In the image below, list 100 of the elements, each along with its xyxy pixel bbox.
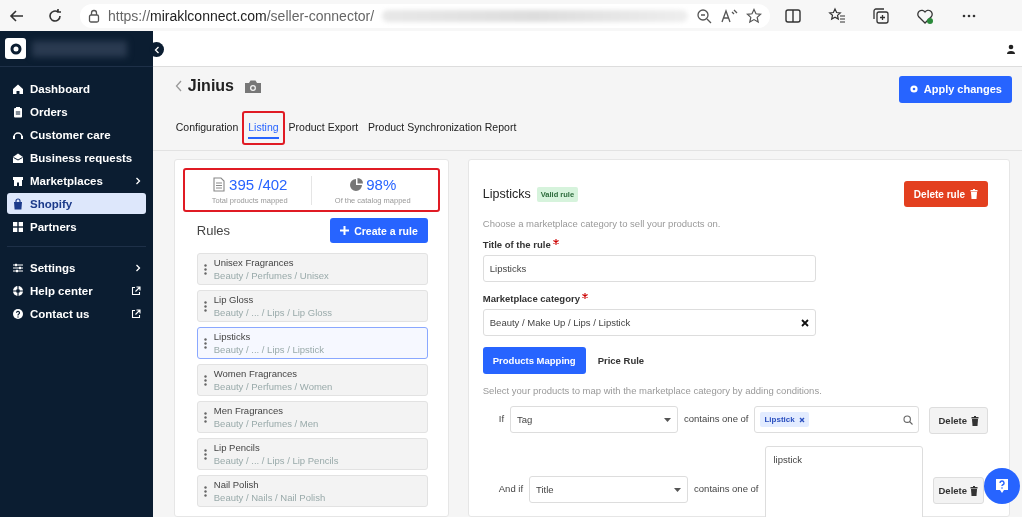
tab[interactable]: Listing	[246, 117, 281, 139]
sidebar-item[interactable]: Dashboard	[7, 78, 146, 99]
sidebar-item[interactable]: Shopify	[7, 193, 146, 214]
sliders-icon	[12, 261, 24, 274]
rule-item[interactable]: Lip Gloss Beauty / ... / Lips / Lip Gloss	[196, 290, 428, 322]
home-icon	[12, 82, 24, 95]
tab[interactable]: Products Mapping	[482, 347, 586, 374]
title-input[interactable]: Lipsticks	[482, 255, 816, 282]
split-screen-icon[interactable]	[784, 6, 802, 25]
sidebar-item[interactable]: Help center	[7, 280, 146, 301]
tab[interactable]: Product Synchronization Report	[366, 117, 519, 139]
section-title: Rules	[196, 223, 230, 238]
operator-label: contains one of	[694, 482, 759, 496]
collections-icon[interactable]	[872, 6, 890, 25]
caret-icon	[674, 487, 682, 492]
drag-handle-icon	[203, 411, 207, 423]
back-chevron-icon[interactable]	[174, 80, 182, 92]
condition-label: If	[498, 412, 505, 426]
tab[interactable]: Product Export	[286, 117, 361, 139]
rule-item[interactable]: Women Fragrances Beauty / Perfumes / Women	[196, 364, 428, 396]
drag-handle-icon	[203, 374, 207, 386]
rule-name: Unisex Fragrances	[213, 257, 295, 268]
trash-icon	[970, 189, 978, 199]
text-area[interactable]: lipstick	[764, 446, 923, 517]
category-field[interactable]: Beauty / Make Up / Lips / Lipstick	[482, 309, 816, 336]
logo-icon[interactable]	[5, 38, 26, 59]
trash-icon	[971, 415, 979, 426]
read-aloud-icon[interactable]	[720, 7, 738, 24]
page-title: Jinius	[187, 77, 234, 95]
rule-category: Beauty / Perfumes / Men	[213, 418, 319, 429]
clear-icon[interactable]	[800, 318, 809, 327]
apply-changes-button[interactable]: Apply changes	[898, 75, 1012, 103]
sidebar-item[interactable]: Partners	[7, 216, 146, 237]
camera-icon[interactable]	[244, 78, 262, 94]
rule-item[interactable]: Nail Polish Beauty / Nails / Nail Polish	[196, 475, 428, 507]
rule-category: Beauty / Nails / Nail Polish	[213, 492, 326, 503]
rule-item[interactable]: Men Fragrances Beauty / Perfumes / Men	[196, 401, 428, 433]
url-text: https://miraklconnect.com/seller-connector/	[108, 7, 375, 24]
lock-icon	[88, 8, 100, 23]
address-bar[interactable]: https://miraklconnect.com/seller-connector/	[80, 3, 770, 28]
sidebar-item[interactable]: Contact us	[7, 303, 146, 324]
question-icon	[995, 478, 1009, 494]
field-dropdown[interactable]: Title	[529, 476, 689, 503]
rule-category: Beauty / ... / Lips / Lip Gloss	[213, 307, 333, 318]
tab[interactable]: Configuration	[173, 117, 241, 139]
rule-title: Lipsticks	[482, 187, 531, 201]
favorites-icon[interactable]	[828, 6, 846, 25]
sidebar-item[interactable]: Business requests	[7, 147, 146, 168]
drag-handle-icon	[203, 337, 207, 349]
chevron-right-icon	[134, 263, 141, 272]
tag-chip[interactable]: Lipstick	[760, 412, 809, 427]
remove-icon	[798, 416, 805, 423]
rule-item[interactable]: Unisex Fragrances Beauty / Perfumes / Unisex	[196, 253, 428, 285]
sidebar-item[interactable]: Marketplaces	[7, 170, 146, 191]
field-label: Marketplace category	[482, 293, 580, 304]
rule-name: Women Fragrances	[213, 368, 298, 379]
user-icon[interactable]	[1006, 43, 1016, 54]
rule-name: Lipsticks	[213, 331, 252, 342]
caret-icon	[664, 417, 672, 422]
refresh-icon[interactable]	[46, 6, 64, 25]
tag-input[interactable]: Lipstick	[754, 406, 920, 433]
document-icon	[212, 177, 227, 192]
sidebar-item[interactable]: Customer care	[7, 124, 146, 145]
rule-name: Lip Pencils	[213, 442, 261, 453]
rule-category: Beauty / Perfumes / Unisex	[213, 270, 329, 281]
rule-item[interactable]: Lip Pencils Beauty / ... / Lips / Lip Pencils	[196, 438, 428, 470]
operator-label: contains one of	[684, 412, 749, 426]
stat-value: 395 /402	[229, 176, 288, 193]
store-icon	[12, 174, 24, 187]
drag-handle-icon	[203, 448, 207, 460]
grid-icon	[12, 220, 24, 233]
drag-handle-icon	[203, 263, 207, 275]
condition-label: And if	[498, 482, 524, 496]
tab[interactable]: Price Rule	[587, 347, 655, 374]
clipboard-icon	[12, 105, 24, 118]
delete-button[interactable]: Delete	[932, 477, 984, 504]
rule-category: Beauty / Perfumes / Women	[213, 381, 333, 392]
rule-name: Nail Polish	[213, 479, 260, 490]
search-icon	[903, 414, 914, 425]
lifebuoy-icon	[12, 284, 24, 297]
description-text: Select your products to map with the marketplace category by adding conditions.	[482, 385, 823, 396]
star-icon[interactable]	[746, 7, 762, 24]
envelope-icon	[12, 151, 24, 164]
delete-rule-button[interactable]: Delete rule	[903, 181, 988, 207]
chevron-right-icon	[134, 176, 141, 185]
sidebar-item[interactable]: Settings	[7, 257, 146, 278]
rule-name: Lip Gloss	[213, 294, 255, 305]
rule-item[interactable]: Lipsticks Beauty / ... / Lips / Lipstick	[196, 327, 428, 359]
create-rule-button[interactable]: Create a rule	[330, 218, 428, 243]
plus-icon	[340, 226, 350, 235]
field-dropdown[interactable]: Tag	[510, 406, 679, 433]
rule-category: Beauty / ... / Lips / Lipstick	[213, 344, 325, 355]
zoom-out-icon[interactable]	[696, 7, 712, 24]
external-link-icon	[130, 285, 141, 296]
sidebar-item[interactable]: Orders	[7, 101, 146, 122]
pie-chart-icon	[349, 177, 364, 192]
chevron-left-icon	[153, 45, 160, 54]
drag-handle-icon	[203, 300, 207, 312]
description-text: Choose a marketplace category to sell your products on.	[482, 218, 722, 229]
delete-button[interactable]: Delete	[929, 407, 988, 434]
